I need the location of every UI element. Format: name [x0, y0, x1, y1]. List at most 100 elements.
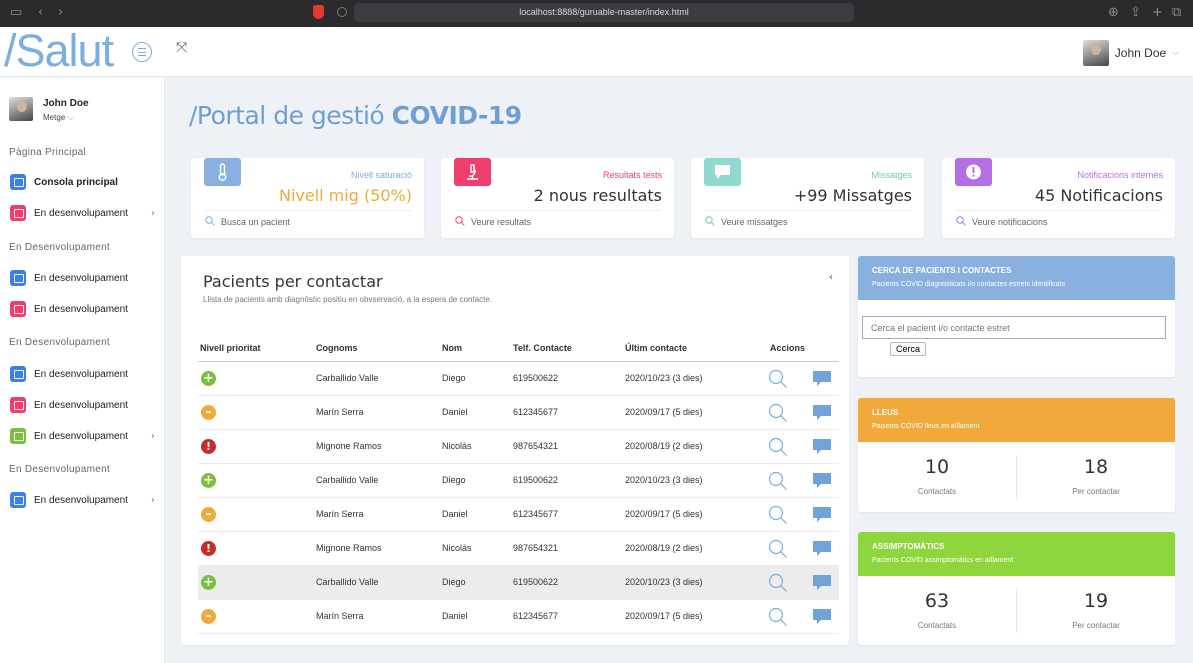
chevron-down-icon: ⌵ [1172, 48, 1179, 58]
address-bar[interactable]: localhost:8888/guruable-master/index.htm… [354, 3, 854, 22]
patients-table: Nivell prioritat Cognoms Nom Telf. Conta… [198, 334, 839, 634]
message-icon[interactable] [813, 473, 831, 492]
table-row[interactable]: – Marín Serra Daniel 612345677 2020/09/1… [198, 498, 839, 532]
cell-name: Nicolás [442, 543, 472, 553]
table-row[interactable]: + Carballido Valle Diego 619500622 2020/… [198, 464, 839, 498]
search-icon [455, 216, 465, 228]
column-header[interactable]: Últim contacte [625, 334, 687, 362]
sidebar-user-name: John Doe [43, 98, 89, 109]
table-row[interactable]: + Carballido Valle Diego 619500622 2020/… [198, 362, 839, 396]
cell-phone: 612345677 [513, 407, 559, 417]
home-icon [10, 174, 26, 190]
fullscreen-icon[interactable]: ⤧ [176, 40, 187, 56]
column-header[interactable]: Nom [442, 334, 462, 362]
chevron-right-icon: › [151, 494, 155, 506]
shield-icon[interactable] [313, 5, 324, 19]
document-icon [10, 492, 26, 508]
message-icon[interactable] [813, 405, 831, 424]
pending-count: 19 [1083, 590, 1109, 612]
card-value: 45 Notificacions [1034, 186, 1163, 205]
share-icon[interactable]: ⇪ [1130, 5, 1141, 20]
column-header[interactable]: Accions [770, 334, 805, 362]
table-row[interactable]: – Marín Serra Daniel 612345677 2020/09/1… [198, 600, 839, 634]
panel-title: Pacients per contactar [203, 272, 383, 291]
column-header[interactable]: Telf. Contacte [513, 334, 572, 362]
mild-panel-header: LLEUS Pacients COVID lleus en aïllament [858, 398, 1175, 442]
sidebar-user-role: Metge [43, 113, 66, 122]
card-footer-link[interactable]: Veure missatges [705, 216, 788, 228]
pending-label: Per contactar [1072, 487, 1120, 496]
sidebar-item-console[interactable]: Consola principal [10, 173, 155, 191]
cell-last-contact: 2020/10/23 (3 dies) [625, 577, 703, 587]
message-icon[interactable] [813, 507, 831, 526]
search-icon[interactable] [768, 607, 788, 630]
search-icon[interactable] [768, 505, 788, 528]
sidebar-item-dev[interactable]: En desenvolupament › [10, 491, 155, 509]
card-footer-link[interactable]: Veure notificacions [956, 216, 1048, 228]
divider [204, 210, 411, 211]
search-panel-header: CERCA DE PACIENTS I CONTACTES Pacients C… [858, 256, 1175, 300]
message-icon[interactable] [813, 575, 831, 594]
sidebar-item-label: En desenvolupament [34, 399, 128, 411]
search-icon[interactable] [768, 471, 788, 494]
sidebar-item-label: En desenvolupament [34, 272, 128, 284]
card-title: Missatges [871, 170, 912, 180]
search-panel: CERCA DE PACIENTS I CONTACTES Pacients C… [858, 256, 1175, 377]
download-icon[interactable]: ⊕ [1108, 5, 1119, 20]
chevron-right-icon: › [151, 207, 155, 219]
mild-panel-subtitle: Pacients COVID lleus en aïllament [872, 423, 980, 430]
sidebar-item-dev[interactable]: En desenvolupament [10, 396, 155, 414]
message-icon[interactable] [813, 371, 831, 390]
sidebar-item-dev[interactable]: En desenvolupament [10, 365, 155, 383]
sidebar-item-dev[interactable]: En desenvolupament [10, 300, 155, 318]
menu-toggle-icon[interactable] [132, 42, 152, 62]
column-header[interactable]: Nivell prioritat [200, 334, 261, 362]
message-icon[interactable] [813, 439, 831, 458]
table-row[interactable]: ! Mignone Ramos Nicolás 987654321 2020/0… [198, 430, 839, 464]
table-row[interactable]: – Marín Serra Daniel 612345677 2020/09/1… [198, 396, 839, 430]
stat-card: Nivell saturació Nivell mig (50%) Busca … [191, 158, 424, 238]
search-icon[interactable] [768, 369, 788, 392]
sidebar: John Doe Metge ⌵ Pàgina Principal Consol… [0, 78, 165, 663]
pending-label: Per contactar [1072, 621, 1120, 630]
table-row[interactable]: + Carballido Valle Diego 619500622 2020/… [198, 566, 839, 600]
search-icon[interactable] [768, 573, 788, 596]
sidebar-toggle-icon[interactable]: ▭ [10, 5, 22, 20]
search-button[interactable]: Cerca [890, 342, 927, 356]
stat-card: Notificacions internes 45 Notificacions … [942, 158, 1175, 238]
cell-surname: Mignone Ramos [316, 543, 382, 553]
card-footer-link[interactable]: Busca un pacient [205, 216, 290, 228]
tabs-overview-icon[interactable]: ⧉ [1172, 5, 1181, 20]
page-title: /Portal de gestió COVID-19 [189, 101, 522, 130]
sidebar-item-dev[interactable]: En desenvolupament [10, 269, 155, 287]
contacted-count: 10 [924, 456, 950, 478]
sidebar-item-dev[interactable]: En desenvolupament › [10, 427, 155, 445]
collapse-icon[interactable]: ‹ [829, 272, 833, 283]
search-icon [956, 216, 966, 228]
back-button[interactable]: ‹ [38, 5, 43, 20]
cell-surname: Marín Serra [316, 407, 364, 417]
chevron-right-icon: › [151, 430, 155, 442]
search-icon[interactable] [768, 437, 788, 460]
cell-name: Diego [442, 373, 466, 383]
message-icon[interactable] [813, 609, 831, 628]
user-menu[interactable]: John Doe ⌵ [1082, 40, 1179, 66]
sidebar-section-title: En Desenvolupament [9, 337, 111, 348]
sidebar-item-dev[interactable]: En desenvolupament › [10, 204, 155, 222]
card-icon-tile [454, 158, 491, 186]
table-row[interactable]: ! Mignone Ramos Nicolás 987654321 2020/0… [198, 532, 839, 566]
forward-button[interactable]: › [58, 5, 63, 20]
card-footer-link[interactable]: Veure resultats [455, 216, 531, 228]
message-icon[interactable] [813, 541, 831, 560]
privacy-icon[interactable] [337, 7, 347, 17]
app-logo[interactable]: /Salut [4, 25, 114, 77]
sidebar-section-title: En Desenvolupament [9, 242, 111, 253]
search-icon[interactable] [768, 403, 788, 426]
sidebar-user[interactable]: John Doe Metge ⌵ [9, 97, 89, 123]
new-tab-icon[interactable]: + [1152, 5, 1163, 20]
sidebar-section-title: En Desenvolupament [9, 464, 111, 475]
patient-search-input[interactable] [862, 316, 1166, 339]
card-footer-label: Busca un pacient [221, 217, 291, 227]
column-header[interactable]: Cognoms [316, 334, 358, 362]
search-icon[interactable] [768, 539, 788, 562]
